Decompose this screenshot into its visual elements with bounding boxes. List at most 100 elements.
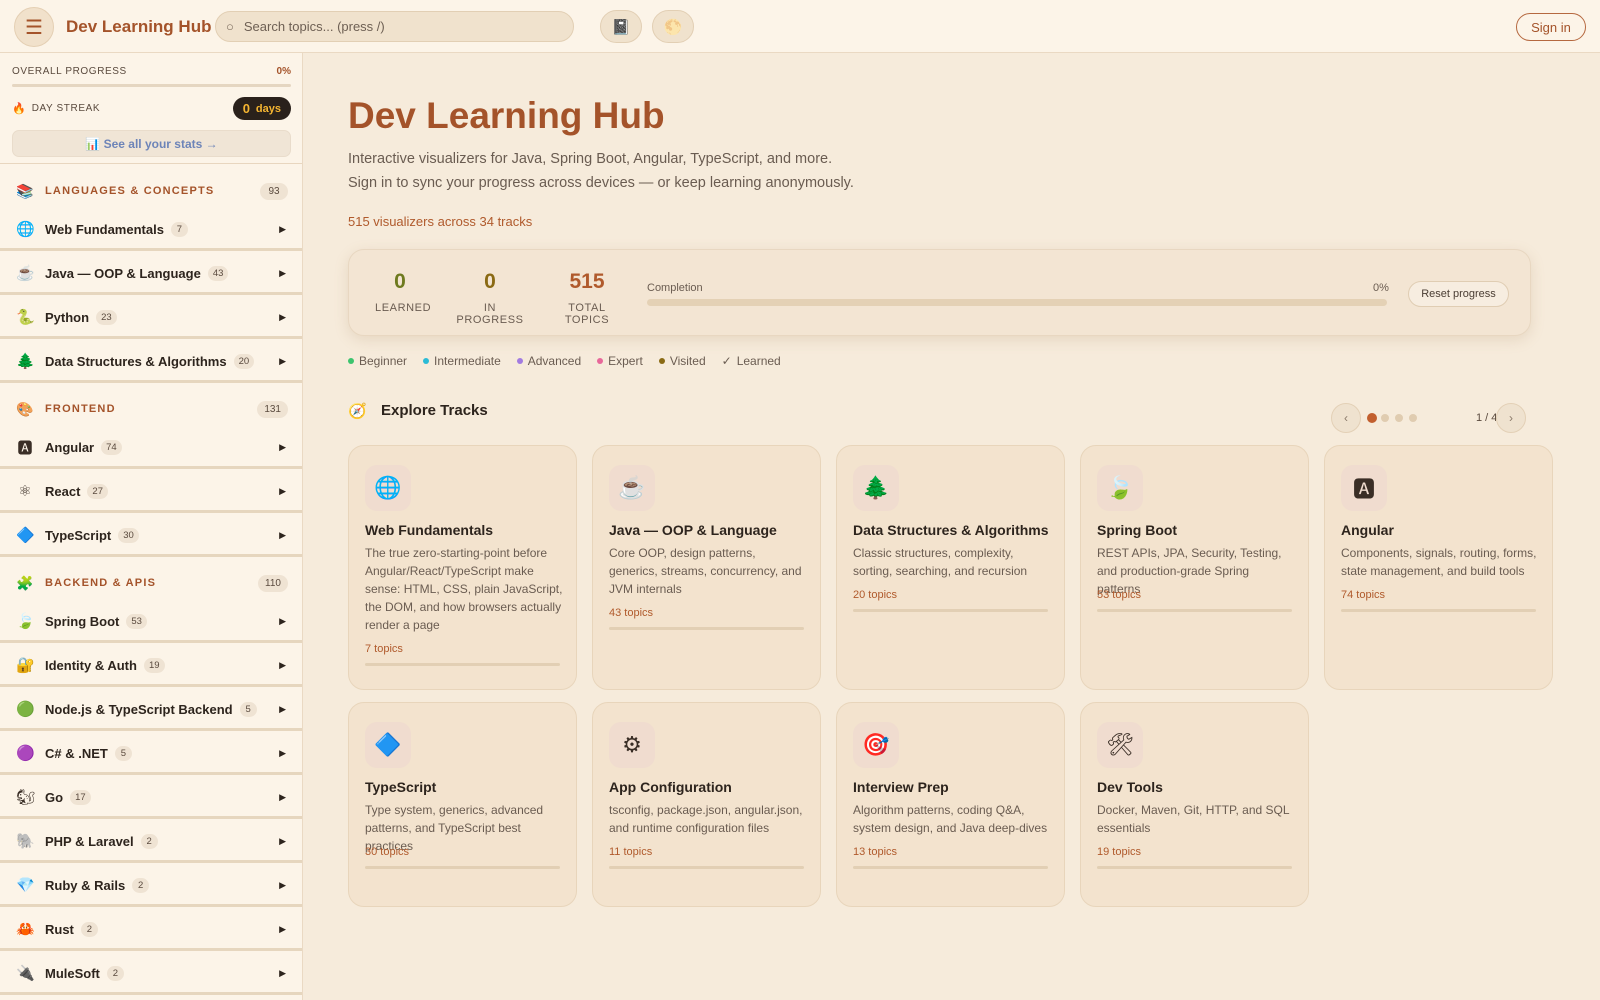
pager-dot[interactable] bbox=[1409, 414, 1417, 422]
compass-icon: 🧭 bbox=[348, 403, 367, 420]
sidebar-item[interactable]: 💎 Ruby & Rails 2 ▶ bbox=[0, 866, 302, 907]
sidebar-item-label-group: React 27 bbox=[45, 483, 108, 499]
track-icon: ⚙ bbox=[609, 722, 655, 768]
track-card-title: App Configuration bbox=[609, 779, 732, 795]
expand-arrow-icon[interactable]: ▶ bbox=[279, 924, 286, 935]
track-card[interactable]: ☕ Java — OOP & Language Core OOP, design p… bbox=[592, 445, 821, 690]
track-card[interactable]: 🌐 Web Fundamentals The true zero-starting-… bbox=[348, 445, 577, 690]
sidebar-item[interactable]: 🔷 TypeScript 30 ▶ bbox=[0, 516, 302, 557]
expand-arrow-icon[interactable]: ▶ bbox=[279, 356, 286, 367]
track-icon: ☕ bbox=[609, 465, 655, 511]
pager-dot[interactable] bbox=[1381, 414, 1389, 422]
pager-next-button[interactable]: › bbox=[1496, 403, 1526, 433]
track-card-title: TypeScript bbox=[365, 779, 437, 795]
pager-dot[interactable] bbox=[1367, 413, 1377, 423]
category-label: BACKEND & APIS bbox=[45, 577, 157, 589]
menu-button[interactable]: ☰ bbox=[14, 7, 54, 47]
track-card-topic-count: 13 topics bbox=[853, 846, 898, 858]
track-card-topic-count: 7 topics bbox=[365, 643, 403, 655]
see-all-stats-button[interactable]: 📊 See all your stats → bbox=[12, 130, 291, 157]
track-card[interactable]: 🌲 Data Structures & Algorithms Classic str… bbox=[836, 445, 1065, 690]
sidebar-item[interactable]: 🟢 Node.js & TypeScript Backend 5 ▶ bbox=[0, 690, 302, 731]
sidebar-divider bbox=[0, 163, 302, 164]
reset-progress-button[interactable]: Reset progress bbox=[1408, 281, 1509, 307]
sidebar-item[interactable]: 🦀 Rust 2 ▶ bbox=[0, 910, 302, 951]
pager-dot[interactable] bbox=[1395, 414, 1403, 422]
expand-arrow-icon[interactable]: ▶ bbox=[279, 486, 286, 497]
sidebar-item[interactable]: 🅰 Angular 74 ▶ bbox=[0, 428, 302, 469]
track-card-progress-bar bbox=[365, 663, 560, 666]
expand-arrow-icon[interactable]: ▶ bbox=[279, 616, 286, 627]
sidebar-item[interactable]: 🔌 MuleSoft 2 ▶ bbox=[0, 954, 302, 995]
expand-arrow-icon[interactable]: ▶ bbox=[279, 968, 286, 979]
expand-arrow-icon[interactable]: ▶ bbox=[279, 268, 286, 279]
track-icon: ⚛ bbox=[18, 483, 32, 500]
search-input[interactable] bbox=[243, 19, 544, 34]
sidebar-category[interactable]: 🎨 FRONTEND 131 bbox=[0, 394, 302, 424]
sidebar-item[interactable]: 🔐 Identity & Auth 19 ▶ bbox=[0, 646, 302, 687]
sidebar-item[interactable]: ⚛ React 27 ▶ bbox=[0, 472, 302, 513]
expand-arrow-icon[interactable]: ▶ bbox=[279, 792, 286, 803]
bookmarks-button[interactable]: 📓 bbox=[600, 10, 642, 43]
sidebar-item-count: 2 bbox=[80, 921, 98, 937]
sign-in-button[interactable]: Sign in bbox=[1516, 13, 1586, 41]
sidebar-item[interactable]: 🌐 Web Fundamentals 7 ▶ bbox=[0, 210, 302, 251]
sidebar-item-count: 74 bbox=[101, 439, 122, 455]
stat-in-progress-value: 0 bbox=[484, 270, 496, 293]
legend-label: Expert bbox=[608, 354, 643, 368]
brand-title[interactable]: Dev Learning Hub bbox=[66, 17, 211, 37]
expand-arrow-icon[interactable]: ▶ bbox=[279, 660, 286, 671]
category-icon: 🧩 bbox=[16, 574, 34, 591]
track-card[interactable]: 🅰 Angular Components, signals, routing, fo… bbox=[1324, 445, 1553, 690]
track-card[interactable]: 🛠 Dev Tools Docker, Maven, Git, HTTP, and … bbox=[1080, 702, 1309, 907]
sidebar-item-label-group: Angular 74 bbox=[45, 439, 122, 455]
sidebar-item-count: 43 bbox=[207, 265, 229, 281]
sidebar-item-count: 27 bbox=[87, 483, 108, 499]
theme-toggle-button[interactable]: 🌕 bbox=[652, 10, 694, 43]
sidebar-item[interactable]: 🐿 Go 17 ▶ bbox=[0, 778, 302, 819]
sidebar-item[interactable]: 🌲 Data Structures & Algorithms 20 ▶ bbox=[0, 342, 302, 383]
sidebar-item[interactable]: 🐍 Python 23 ▶ bbox=[0, 298, 302, 339]
legend-item: Advanced bbox=[516, 354, 581, 368]
track-card[interactable]: 🎯 Interview Prep Algorithm patterns, codin… bbox=[836, 702, 1065, 907]
track-icon: ☕ bbox=[16, 265, 35, 282]
expand-arrow-icon[interactable]: ▶ bbox=[279, 224, 286, 235]
sidebar-item[interactable]: 🐘 PHP & Laravel 2 ▶ bbox=[0, 822, 302, 863]
expand-arrow-icon[interactable]: ▶ bbox=[279, 880, 286, 891]
sidebar-item-label: Python bbox=[45, 309, 90, 325]
stat-learned-value: 0 bbox=[394, 270, 406, 293]
track-card[interactable]: 🍃 Spring Boot REST APIs, JPA, Security, Te… bbox=[1080, 445, 1309, 690]
expand-arrow-icon[interactable]: ▶ bbox=[279, 836, 286, 847]
track-card-description: Components, signals, routing, forms, sta… bbox=[1341, 546, 1537, 578]
track-card[interactable]: ⚙ App Configuration tsconfig, package.json… bbox=[592, 702, 821, 907]
search-box[interactable]: ○ bbox=[215, 11, 574, 42]
search-icon: ○ bbox=[226, 19, 234, 34]
track-card[interactable]: 🔷 TypeScript Type system, generics, advanc… bbox=[348, 702, 577, 907]
sidebar-item[interactable]: 🍃 Spring Boot 53 ▶ bbox=[0, 602, 302, 643]
sidebar-item[interactable]: ☕ Java — OOP & Language 43 ▶ bbox=[0, 254, 302, 295]
track-icon: 🔐 bbox=[16, 657, 35, 674]
track-card-progress-bar bbox=[1341, 609, 1536, 612]
sidebar-item-label: Identity & Auth bbox=[45, 657, 137, 673]
sidebar-category[interactable]: 📚 LANGUAGES & CONCEPTS 93 bbox=[0, 176, 302, 206]
sidebar-item-label-group: Java — OOP & Language 43 bbox=[45, 265, 229, 281]
track-card-title: Data Structures & Algorithms bbox=[853, 522, 1049, 538]
track-count: 515 visualizers across 34 tracks bbox=[348, 214, 533, 229]
expand-arrow-icon[interactable]: ▶ bbox=[279, 530, 286, 541]
book-icon: 📓 bbox=[611, 18, 631, 36]
pager-prev-button[interactable]: ‹ bbox=[1331, 403, 1361, 433]
sidebar-item-label-group: Node.js & TypeScript Backend 5 bbox=[45, 701, 257, 717]
stat-in-progress-label: IN PROGRESS bbox=[456, 302, 524, 326]
sidebar-item-label-group: Python 23 bbox=[45, 309, 117, 325]
subtitle-line-2: Sign in to sync your progress across dev… bbox=[348, 175, 854, 191]
legend-dot bbox=[516, 358, 523, 364]
track-icon: 🌲 bbox=[16, 353, 35, 370]
expand-arrow-icon[interactable]: ▶ bbox=[279, 312, 286, 323]
sidebar-item[interactable]: 🟣 C# & .NET 5 ▶ bbox=[0, 734, 302, 775]
stat-total-label: TOTAL TOPICS bbox=[564, 302, 610, 326]
expand-arrow-icon[interactable]: ▶ bbox=[279, 442, 286, 453]
track-card-progress-bar bbox=[365, 866, 560, 869]
sidebar-category[interactable]: 🧩 BACKEND & APIS 110 bbox=[0, 568, 302, 598]
expand-arrow-icon[interactable]: ▶ bbox=[279, 704, 286, 715]
expand-arrow-icon[interactable]: ▶ bbox=[279, 748, 286, 759]
